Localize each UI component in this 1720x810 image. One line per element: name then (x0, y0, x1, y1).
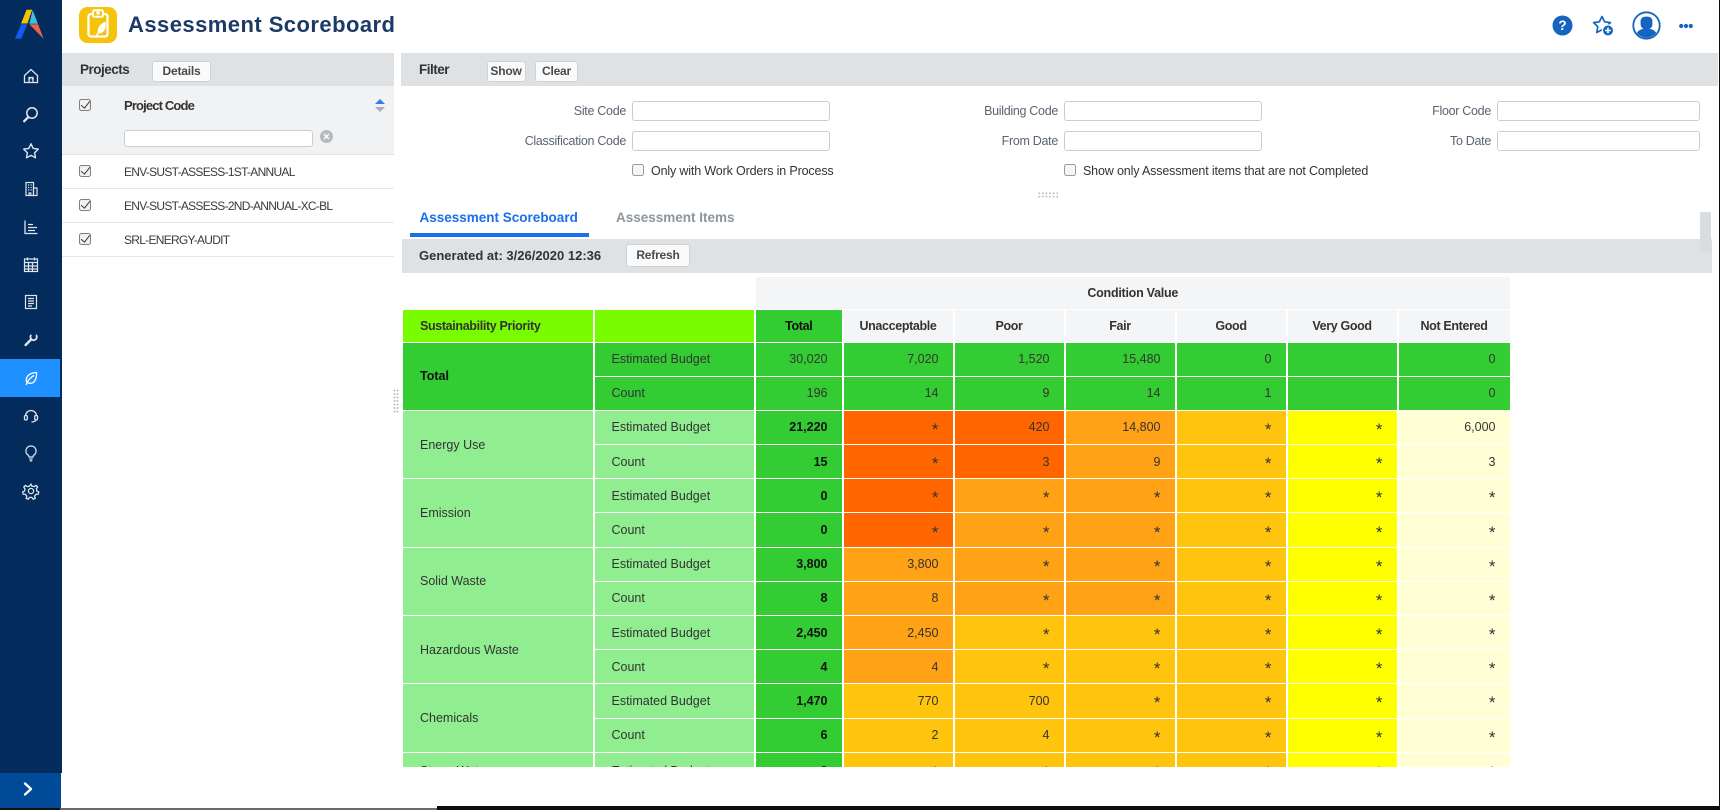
svg-text:?: ? (1558, 18, 1566, 33)
